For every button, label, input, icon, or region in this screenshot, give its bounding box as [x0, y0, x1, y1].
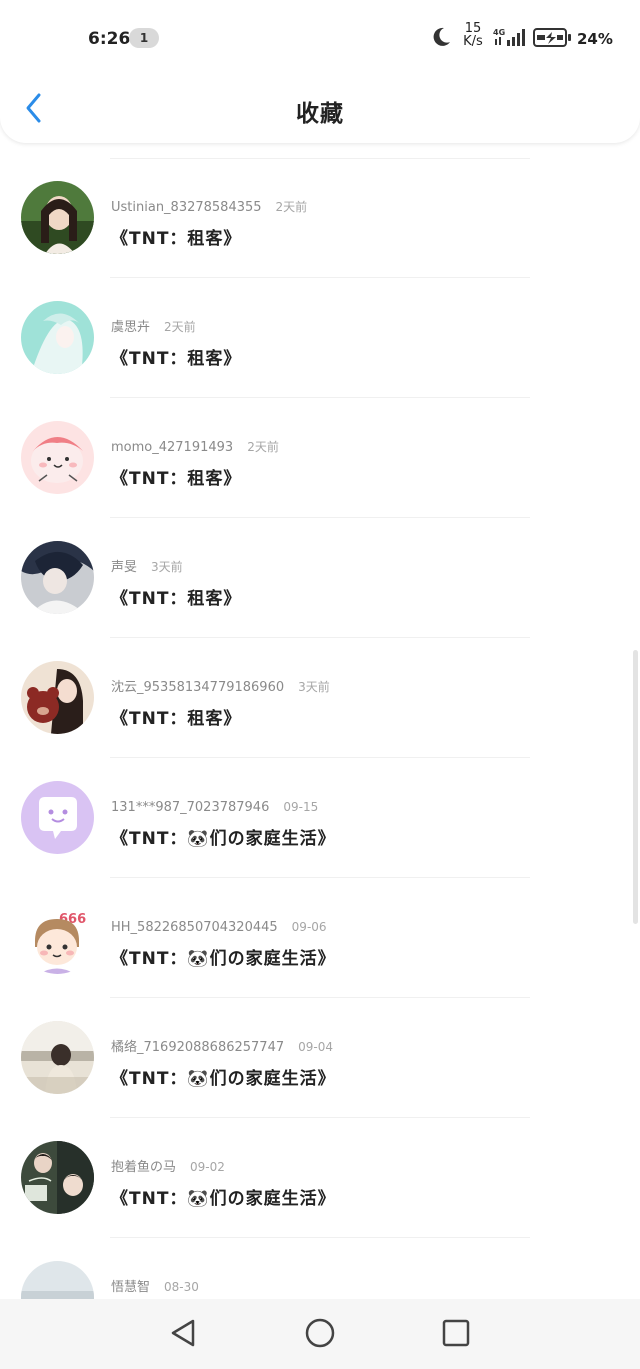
username[interactable]: 虞思卉 — [111, 320, 150, 335]
avatar[interactable] — [21, 1261, 94, 1300]
header: 6:26 1 15 K/s 4G 24% 收藏 — [0, 0, 640, 143]
network-speed-unit: K/s — [463, 34, 483, 49]
avatar[interactable] — [21, 1021, 94, 1094]
favorite-title[interactable]: 《TNT：租客》 — [111, 704, 241, 729]
signal-icon: 4G — [493, 28, 525, 46]
status-bar: 6:26 1 15 K/s 4G 24% — [0, 0, 640, 78]
list-item[interactable]: 虞思卉 2天前 《TNT：租客》 — [0, 263, 640, 398]
timestamp: 3天前 — [151, 560, 183, 574]
list-item[interactable]: 131***987_7023787946 09-15 《TNT：🐼们の家庭生活》 — [0, 743, 640, 878]
network-type-label: 4G — [493, 28, 505, 37]
list-item[interactable]: 沈云_95358134779186960 3天前 《TNT：租客》 — [0, 623, 640, 758]
item-meta: HH_58226850704320445 09-06 — [111, 916, 327, 935]
username[interactable]: momo_427191493 — [111, 440, 233, 455]
moon-icon — [433, 27, 450, 46]
timestamp: 2天前 — [275, 200, 308, 214]
avatar[interactable] — [21, 421, 94, 494]
status-time: 6:26 — [88, 29, 131, 49]
avatar[interactable] — [21, 541, 94, 614]
favorite-title[interactable]: 《TNT：🐼们の家庭生活》 — [111, 944, 336, 969]
item-meta: 橘络_71692088686257747 09-04 — [111, 1036, 333, 1055]
system-navigation-bar — [0, 1299, 640, 1369]
timestamp: 09-06 — [291, 920, 327, 934]
timestamp: 3天前 — [298, 680, 330, 694]
favorites-list[interactable]: Ustinian_83278584355 2天前 《TNT：租客》 虞思卉 2天前 … — [0, 143, 640, 1300]
avatar[interactable]: 666 — [21, 901, 94, 974]
favorite-title[interactable]: 《TNT：🐼们の家庭生活》 — [111, 1184, 336, 1209]
triangle-back-icon[interactable] — [167, 1316, 201, 1350]
list-item[interactable]: 声旻 3天前 《TNT：租客》 — [0, 503, 640, 638]
avatar[interactable] — [21, 301, 94, 374]
item-meta: 声旻 3天前 — [111, 556, 183, 575]
page-title: 收藏 — [296, 101, 344, 127]
avatar[interactable] — [21, 1141, 94, 1214]
battery-charging-icon — [533, 28, 571, 47]
item-meta: Ustinian_83278584355 2天前 — [111, 196, 308, 215]
list-item[interactable]: 666 HH_58226850704320445 09-06 《TNT：🐼们の家庭… — [0, 863, 640, 998]
navigation-bar: 收藏 — [0, 78, 640, 140]
timestamp: 08-30 — [164, 1280, 199, 1294]
favorite-title[interactable]: 《TNT：租客》 — [111, 464, 241, 489]
circle-home-icon[interactable] — [303, 1316, 337, 1350]
timestamp: 09-04 — [298, 1040, 333, 1054]
timestamp: 2天前 — [247, 440, 279, 454]
list-item[interactable]: 悟慧智 08-30 — [0, 1223, 640, 1300]
favorite-title[interactable]: 《TNT：租客》 — [111, 344, 241, 369]
list-item[interactable]: 橘络_71692088686257747 09-04 《TNT：🐼们の家庭生活》 — [0, 983, 640, 1118]
favorite-title[interactable]: 《TNT：租客》 — [111, 584, 241, 609]
username[interactable]: 131***987_7023787946 — [111, 800, 269, 815]
username[interactable]: 悟慧智 — [111, 1280, 150, 1295]
scrollbar[interactable] — [633, 650, 638, 924]
favorite-title[interactable]: 《TNT：租客》 — [111, 224, 241, 249]
battery-percent: 24% — [577, 30, 613, 48]
item-meta: 沈云_95358134779186960 3天前 — [111, 676, 330, 695]
username[interactable]: 沈云_95358134779186960 — [111, 680, 284, 695]
avatar[interactable] — [21, 781, 94, 854]
square-recents-icon[interactable] — [439, 1316, 473, 1350]
list-item[interactable]: 抱着鱼の马 09-02 《TNT：🐼们の家庭生活》 — [0, 1103, 640, 1238]
item-meta: 悟慧智 08-30 — [111, 1276, 199, 1295]
list-item[interactable]: momo_427191493 2天前 《TNT：租客》 — [0, 383, 640, 518]
favorite-title[interactable]: 《TNT：🐼们の家庭生活》 — [111, 1064, 336, 1089]
item-meta: momo_427191493 2天前 — [111, 436, 279, 455]
username[interactable]: 声旻 — [111, 560, 137, 575]
username[interactable]: 橘络_71692088686257747 — [111, 1040, 284, 1055]
favorites-screen: 6:26 1 15 K/s 4G 24% 收藏 Ustinian_8327858… — [0, 0, 640, 1369]
timestamp: 09-15 — [283, 800, 319, 814]
item-meta: 虞思卉 2天前 — [111, 316, 196, 335]
timestamp: 2天前 — [164, 320, 196, 334]
username[interactable]: HH_58226850704320445 — [111, 920, 278, 935]
avatar[interactable] — [21, 661, 94, 734]
avatar[interactable] — [21, 181, 94, 254]
favorite-title[interactable]: 《TNT：🐼们の家庭生活》 — [111, 824, 336, 849]
notification-badge: 1 — [129, 28, 159, 48]
timestamp: 09-02 — [190, 1160, 225, 1174]
network-speed: 15 K/s — [460, 22, 486, 48]
username[interactable]: 抱着鱼の马 — [111, 1160, 176, 1175]
item-meta: 抱着鱼の马 09-02 — [111, 1156, 225, 1175]
item-meta: 131***987_7023787946 09-15 — [111, 796, 319, 815]
username[interactable]: Ustinian_83278584355 — [111, 200, 262, 215]
list-item[interactable]: Ustinian_83278584355 2天前 《TNT：租客》 — [0, 143, 640, 278]
